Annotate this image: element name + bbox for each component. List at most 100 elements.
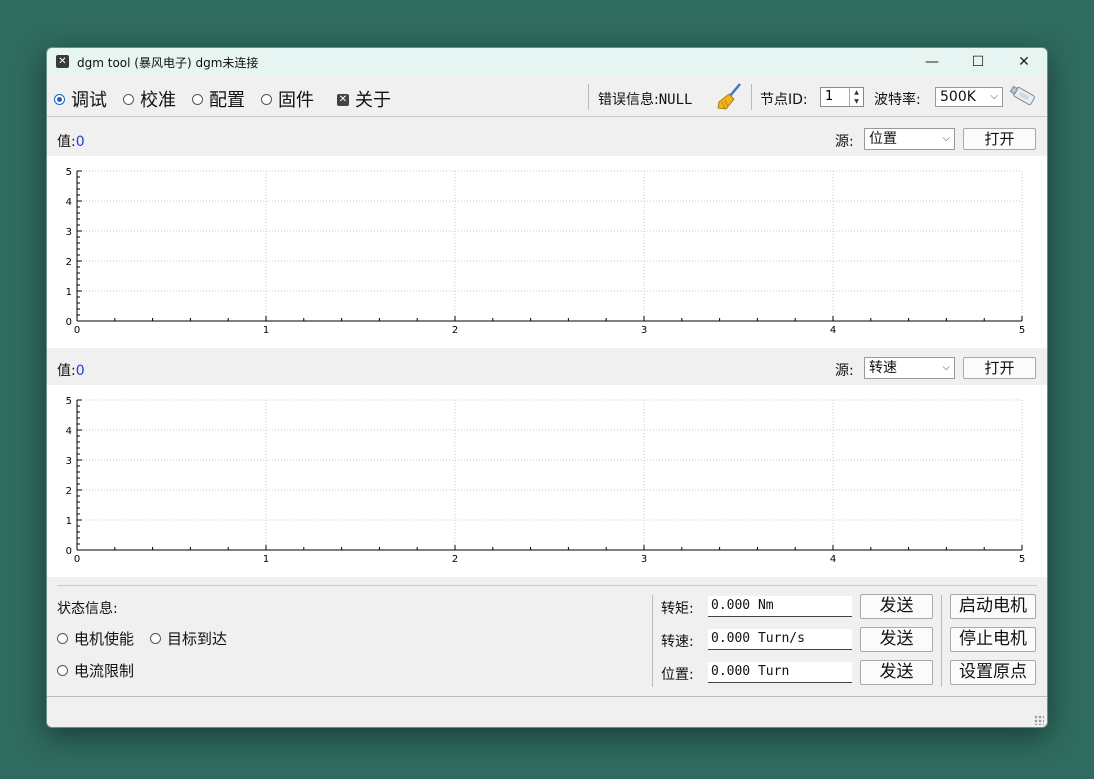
position-label: 位置:: [661, 667, 694, 683]
chart-1: 0 1 2 3 4 5 0 1 2 3 4 5: [66, 167, 1026, 336]
y-tick-label: 4: [66, 426, 72, 437]
x-tick-label: 1: [263, 325, 269, 336]
error-info: 错误信息:NULL: [598, 89, 692, 109]
radio-icon: [57, 632, 68, 644]
about-label: 关于: [355, 90, 391, 111]
send-position-button[interactable]: 发送: [860, 660, 933, 685]
maximize-button[interactable]: ☐: [955, 48, 1001, 76]
minimize-button[interactable]: —: [909, 48, 955, 76]
y-tick-label: 5: [66, 396, 72, 407]
source-select[interactable]: 位置 ⌵: [864, 128, 955, 150]
radio-icon: [123, 94, 134, 105]
current-limit-indicator: 电流限制: [57, 660, 134, 681]
mode-calibrate[interactable]: 校准: [123, 86, 176, 112]
x-tick-label: 2: [452, 554, 458, 565]
toolbar-divider: [751, 84, 752, 110]
app-tool-icon: ✕: [56, 55, 69, 68]
torque-input[interactable]: 0.000 Nm: [708, 596, 852, 617]
spin-arrows-icon[interactable]: ▲ ▼: [849, 88, 863, 106]
x-tick-label: 4: [830, 325, 836, 336]
indicator-label: 电流限制: [74, 662, 135, 680]
set-origin-button[interactable]: 设置原点: [950, 660, 1036, 685]
toolbar-divider: [588, 84, 589, 110]
broom-clear-icon[interactable]: [716, 82, 744, 110]
plot-area[interactable]: 0 1 2 3 4 5 0 1 2 3 4 5: [47, 385, 1047, 577]
about-tool-icon: ✕: [337, 93, 349, 106]
value-number: 0: [75, 134, 85, 150]
toolbar: 调试 校准 配置 固件 ✕ 关于 错误信息:NULL 节点ID: 1 ▲ ▼ 波…: [47, 76, 1047, 116]
value-readout: 值:0: [57, 131, 85, 151]
mode-label: 校准: [140, 90, 176, 111]
start-motor-button[interactable]: 启动电机: [950, 594, 1036, 619]
motor-enabled-indicator: 电机使能: [57, 628, 134, 649]
radio-icon: [54, 94, 65, 105]
baud-value: 500K: [940, 89, 976, 105]
y-tick-label: 2: [66, 257, 72, 268]
y-tick-label: 1: [66, 516, 72, 527]
status-bar: [47, 696, 1047, 727]
y-tick-label: 3: [66, 227, 72, 238]
radio-icon: [261, 94, 272, 105]
y-tick-label: 0: [66, 317, 72, 328]
node-id-value: 1: [825, 89, 834, 104]
value-readout: 值:0: [57, 360, 85, 380]
x-tick-label: 0: [74, 554, 80, 565]
close-button[interactable]: ✕: [1001, 48, 1047, 76]
mode-label: 固件: [278, 90, 314, 111]
x-tick-label: 1: [263, 554, 269, 565]
chevron-down-icon: ⌵: [990, 91, 998, 102]
mode-label: 调试: [71, 90, 107, 111]
position-input[interactable]: 0.000 Turn: [708, 662, 852, 683]
x-tick-label: 3: [641, 325, 647, 336]
control-area: 状态信息: 电机使能 目标到达 电流限制 转矩: 0.000 Nm 发送 启动电…: [47, 583, 1047, 695]
about-button[interactable]: ✕ 关于: [337, 86, 391, 112]
baud-label: 波特率:: [874, 92, 921, 108]
stop-motor-button[interactable]: 停止电机: [950, 627, 1036, 652]
radio-icon: [150, 632, 161, 644]
source-select[interactable]: 转速 ⌵: [864, 357, 955, 379]
open-button[interactable]: 打开: [963, 128, 1036, 150]
usb-adapter-icon[interactable]: [1009, 84, 1039, 108]
source-label: 源:: [835, 134, 854, 150]
error-value: NULL: [658, 92, 693, 108]
indicator-label: 目标到达: [167, 630, 228, 648]
panel-1-header: 值:0 源: 位置 ⌵ 打开: [47, 122, 1047, 156]
y-tick-label: 2: [66, 486, 72, 497]
status-title: 状态信息:: [57, 601, 118, 617]
value-label: 值:: [57, 363, 76, 379]
torque-label: 转矩:: [661, 601, 694, 617]
send-speed-button[interactable]: 发送: [860, 627, 933, 652]
y-tick-label: 4: [66, 197, 72, 208]
x-tick-label: 5: [1019, 325, 1025, 336]
section-divider: [652, 595, 653, 687]
app-window: ✕ dgm tool (暴风电子) dgm未连接 — ☐ ✕ 调试 校准 配置 …: [46, 47, 1048, 728]
value-number: 0: [75, 363, 85, 379]
x-tick-label: 0: [74, 325, 80, 336]
source-value: 转速: [869, 360, 897, 376]
mode-config[interactable]: 配置: [192, 86, 245, 112]
x-tick-label: 3: [641, 554, 647, 565]
source-value: 位置: [869, 131, 897, 147]
radio-icon: [192, 94, 203, 105]
indicator-label: 电机使能: [74, 630, 135, 648]
chevron-down-icon: ⌵: [942, 133, 950, 144]
open-button[interactable]: 打开: [963, 357, 1036, 379]
x-tick-label: 4: [830, 554, 836, 565]
mode-debug[interactable]: 调试: [54, 86, 107, 112]
speed-input[interactable]: 0.000 Turn/s: [708, 629, 852, 650]
title-bar[interactable]: ✕ dgm tool (暴风电子) dgm未连接 — ☐ ✕: [47, 48, 1047, 76]
speed-label: 转速:: [661, 634, 694, 650]
x-tick-label: 5: [1019, 554, 1025, 565]
panel-2-header: 值:0 源: 转速 ⌵ 打开: [47, 351, 1047, 385]
mode-firmware[interactable]: 固件: [261, 86, 314, 112]
radio-icon: [57, 664, 68, 676]
chart-2: 0 1 2 3 4 5 0 1 2 3 4 5: [66, 396, 1026, 565]
node-id-label: 节点ID:: [760, 92, 808, 108]
value-label: 值:: [57, 134, 76, 150]
plot-area[interactable]: 0 1 2 3 4 5 0 1 2 3 4 5: [47, 156, 1047, 348]
resize-grip-icon[interactable]: [1034, 715, 1044, 725]
node-id-spinbox[interactable]: 1 ▲ ▼: [820, 87, 864, 107]
baud-rate-select[interactable]: 500K ⌵: [935, 87, 1003, 107]
send-torque-button[interactable]: 发送: [860, 594, 933, 619]
y-tick-label: 5: [66, 167, 72, 178]
